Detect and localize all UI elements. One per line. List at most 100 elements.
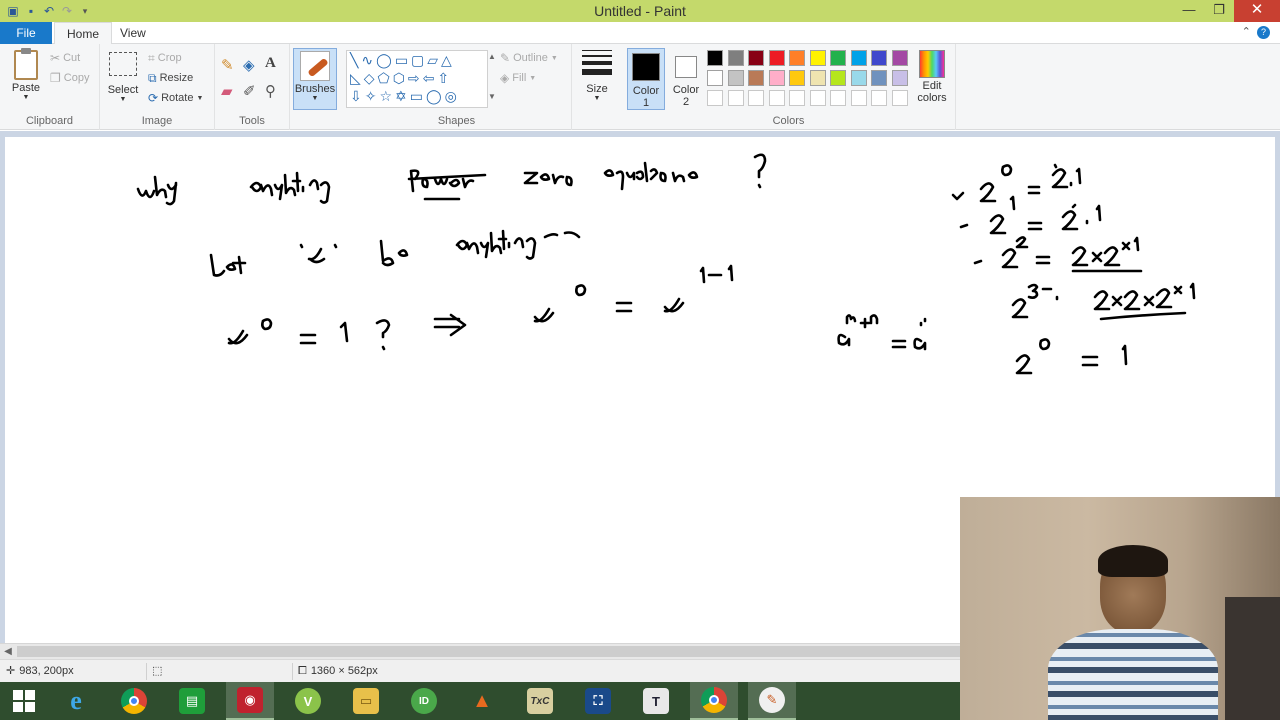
cursor-position-text: 983, 200px	[19, 665, 74, 677]
custom-color-slot[interactable]	[809, 90, 826, 106]
size-button[interactable]: Size ▼	[578, 50, 616, 102]
color-swatch[interactable]	[707, 50, 723, 66]
taskbar-video[interactable]: ⛶	[574, 682, 622, 720]
taskbar-explorer[interactable]: ▭	[342, 682, 390, 720]
custom-color-slot[interactable]	[707, 90, 723, 106]
color2-button[interactable]: Color 2	[668, 48, 704, 110]
start-button[interactable]	[0, 682, 48, 720]
color1-button[interactable]: Color 1	[627, 48, 665, 110]
close-button[interactable]: ✕	[1234, 0, 1280, 22]
chevron-down-icon: ▼	[119, 96, 127, 103]
scroll-left-icon[interactable]: ◀	[0, 644, 16, 659]
custom-color-slot[interactable]	[850, 90, 867, 106]
resize-button[interactable]: ⧉ Resize	[148, 72, 193, 84]
custom-color-slot[interactable]	[727, 90, 744, 106]
color-swatch[interactable]	[850, 70, 867, 86]
collapse-ribbon-icon[interactable]: ⌃	[1242, 26, 1251, 38]
color-swatch[interactable]	[809, 50, 826, 66]
ink-stroke-x-let	[299, 243, 338, 264]
taskbar-chrome2[interactable]	[690, 682, 738, 720]
tab-home[interactable]: Home	[54, 22, 113, 45]
paste-button[interactable]: Paste ▼	[6, 48, 46, 101]
taskbar-store[interactable]: ▤	[168, 682, 216, 720]
custom-color-slot[interactable]	[891, 90, 908, 106]
color-swatch[interactable]	[871, 50, 887, 66]
color-swatch[interactable]	[789, 50, 805, 66]
color-swatch[interactable]	[871, 70, 887, 86]
color-swatch[interactable]	[727, 70, 744, 86]
cut-button[interactable]: ✂ Cut	[50, 52, 80, 64]
copy-button[interactable]: ❐ Copy	[50, 72, 89, 84]
webcam-person-shirt	[1048, 629, 1218, 720]
tab-view[interactable]: View	[108, 22, 158, 45]
rotate-button[interactable]: ⟳ Rotate ▼	[148, 92, 203, 104]
custom-color-slot[interactable]	[768, 90, 785, 106]
chevron-down-icon: ▼	[311, 95, 319, 102]
brushes-button[interactable]: Brushes ▼	[293, 48, 337, 110]
color-swatch[interactable]	[891, 70, 908, 86]
shapes-gallery[interactable]: ╲∿◯▭▢▱△ ◺◇⬠⬡⇨⇦⇧ ⇩✧☆✡▭◯◎	[346, 50, 488, 108]
taskbar-matlab[interactable]: ▲	[458, 682, 506, 720]
taskbar-recorder[interactable]: ◉	[226, 682, 274, 720]
taskbar-chrome[interactable]	[110, 682, 158, 720]
ink-stroke-exp	[699, 264, 734, 284]
color-swatch[interactable]	[727, 50, 744, 66]
chrome-icon	[701, 687, 727, 713]
crop-label: Crop	[157, 52, 182, 64]
fill-bucket-icon[interactable]: ◈	[243, 56, 255, 74]
tab-file[interactable]: File	[0, 22, 52, 44]
taskbar-idm[interactable]: ID	[400, 682, 448, 720]
select-label: Select	[107, 84, 139, 96]
taskbar-paint[interactable]: ✎	[748, 682, 796, 720]
undo-icon[interactable]: ↶	[42, 4, 56, 18]
ink-stroke-be	[379, 239, 409, 267]
color-swatch[interactable]	[768, 70, 785, 86]
color-swatch[interactable]	[748, 70, 764, 86]
crop-button[interactable]: ⌗ Crop	[148, 52, 182, 64]
taskbar-vlc[interactable]: V	[284, 682, 332, 720]
taskbar-texmaker[interactable]: TxC	[516, 682, 564, 720]
eraser-icon[interactable]: ▰	[221, 82, 233, 100]
color2-label: Color	[672, 84, 700, 96]
save-icon[interactable]: ▪	[24, 4, 38, 18]
ribbon-tabs: File Home View ⌃ ?	[0, 22, 1280, 45]
chevron-up-icon[interactable]: ▲	[488, 52, 496, 61]
color-swatch[interactable]	[748, 50, 764, 66]
paint-app-icon[interactable]: ▣	[6, 4, 20, 18]
fill-button[interactable]: ◈ Fill ▼	[500, 72, 536, 84]
taskbar-teamviewer[interactable]: T	[632, 682, 680, 720]
color-swatch[interactable]	[830, 50, 846, 66]
text-tool-icon[interactable]: A	[265, 55, 276, 72]
chevron-down-icon: ▼	[593, 95, 601, 102]
restore-button[interactable]: ❐	[1204, 0, 1234, 22]
color-swatch[interactable]	[707, 70, 723, 86]
customize-qa-icon[interactable]: ▾	[78, 4, 92, 18]
magnifier-icon[interactable]: ⚲	[265, 82, 276, 100]
minimize-button[interactable]: —	[1174, 0, 1204, 22]
canvas-size-icon: ⧠	[298, 665, 307, 677]
cursor-position: ✛ 983, 200px	[6, 660, 74, 683]
custom-color-slot[interactable]	[830, 90, 846, 106]
redo-icon[interactable]: ↷	[60, 4, 74, 18]
help-icon[interactable]: ?	[1257, 26, 1270, 39]
taskbar-ie[interactable]: e	[52, 682, 100, 720]
color-swatch[interactable]	[850, 50, 867, 66]
custom-color-slot[interactable]	[871, 90, 887, 106]
color-swatch[interactable]	[768, 50, 785, 66]
custom-color-slot[interactable]	[748, 90, 764, 106]
color-swatch[interactable]	[789, 70, 805, 86]
color-swatch[interactable]	[891, 50, 908, 66]
paint-icon: ✎	[759, 687, 785, 713]
ink-stroke-underline3	[1099, 311, 1187, 321]
ink-stroke-sup0	[261, 318, 273, 331]
color-picker-icon[interactable]: ✐	[243, 82, 256, 100]
select-button[interactable]: Select ▼	[106, 52, 140, 103]
color-swatch[interactable]	[830, 70, 846, 86]
edit-colors-button[interactable]: Edit colors	[912, 50, 952, 104]
outline-button[interactable]: ✎ Outline ▼	[500, 52, 558, 64]
custom-color-slot[interactable]	[789, 90, 805, 106]
pencil-icon[interactable]: ✎	[221, 56, 234, 74]
chevron-down-icon[interactable]: ▼	[488, 92, 496, 101]
color-swatch[interactable]	[809, 70, 826, 86]
ink-stroke-x0b	[533, 307, 555, 323]
